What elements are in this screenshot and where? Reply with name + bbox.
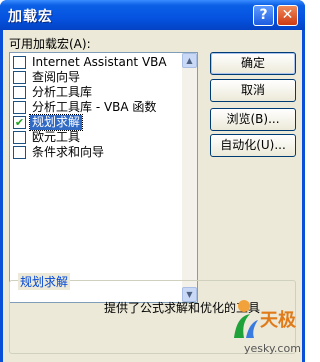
list-item-label: 查阅向导 bbox=[32, 70, 81, 84]
vertical-scrollbar[interactable]: ▲ ▼ bbox=[182, 53, 197, 302]
title-bar[interactable]: 加载宏 ? ✕ bbox=[0, 0, 305, 30]
watermark-site: yesky.com bbox=[244, 342, 301, 355]
addins-listbox[interactable]: Internet Assistant VBA 查阅向导 分析工具库 分析工具库 … bbox=[9, 52, 198, 303]
checkbox[interactable] bbox=[13, 56, 26, 69]
list-item-label: 分析工具库 - VBA 函数 bbox=[32, 100, 157, 114]
list-item-label: 分析工具库 bbox=[32, 85, 93, 99]
scroll-up-icon[interactable]: ▲ bbox=[182, 53, 197, 68]
list-item[interactable]: Internet Assistant VBA bbox=[12, 55, 183, 70]
list-item[interactable]: 条件求和向导 bbox=[12, 145, 183, 160]
addins-dialog: 加载宏 ? ✕ 可用加载宏(A): Internet Assistant VBA… bbox=[0, 0, 305, 362]
browse-button[interactable]: 浏览(B)... bbox=[210, 108, 296, 131]
dialog-title: 加载宏 bbox=[8, 9, 53, 25]
addins-list-label: 可用加载宏(A): bbox=[9, 37, 91, 51]
list-item[interactable]: 欧元工具 bbox=[12, 130, 183, 145]
list-item-label: 欧元工具 bbox=[32, 130, 81, 144]
automation-button[interactable]: 自动化(U)... bbox=[210, 134, 296, 157]
list-item[interactable]: 查阅向导 bbox=[12, 70, 183, 85]
watermark: 天极 yesky.com bbox=[230, 298, 302, 360]
watermark-brand: 天极 bbox=[260, 310, 296, 331]
checkbox[interactable] bbox=[13, 86, 26, 99]
cancel-button[interactable]: 取消 bbox=[210, 79, 296, 102]
yesky-logo-icon bbox=[234, 300, 258, 338]
ok-button[interactable]: 确定 bbox=[210, 52, 296, 75]
list-item-selected[interactable]: ✔ 规划求解 bbox=[12, 114, 183, 131]
checkbox-checked[interactable]: ✔ bbox=[13, 116, 26, 129]
list-item[interactable]: 分析工具库 bbox=[12, 85, 183, 100]
help-button[interactable]: ? bbox=[253, 5, 274, 26]
list-item-label: 规划求解 bbox=[28, 114, 84, 131]
list-item-label: 条件求和向导 bbox=[32, 145, 105, 159]
description-title: 规划求解 bbox=[18, 273, 71, 290]
checkbox[interactable] bbox=[13, 101, 26, 114]
checkbox[interactable] bbox=[13, 71, 26, 84]
close-button[interactable]: ✕ bbox=[277, 5, 298, 26]
list-item[interactable]: 分析工具库 - VBA 函数 bbox=[12, 100, 183, 115]
checkbox[interactable] bbox=[13, 146, 26, 159]
checkbox[interactable] bbox=[13, 131, 26, 144]
list-item-label: Internet Assistant VBA bbox=[32, 55, 167, 69]
